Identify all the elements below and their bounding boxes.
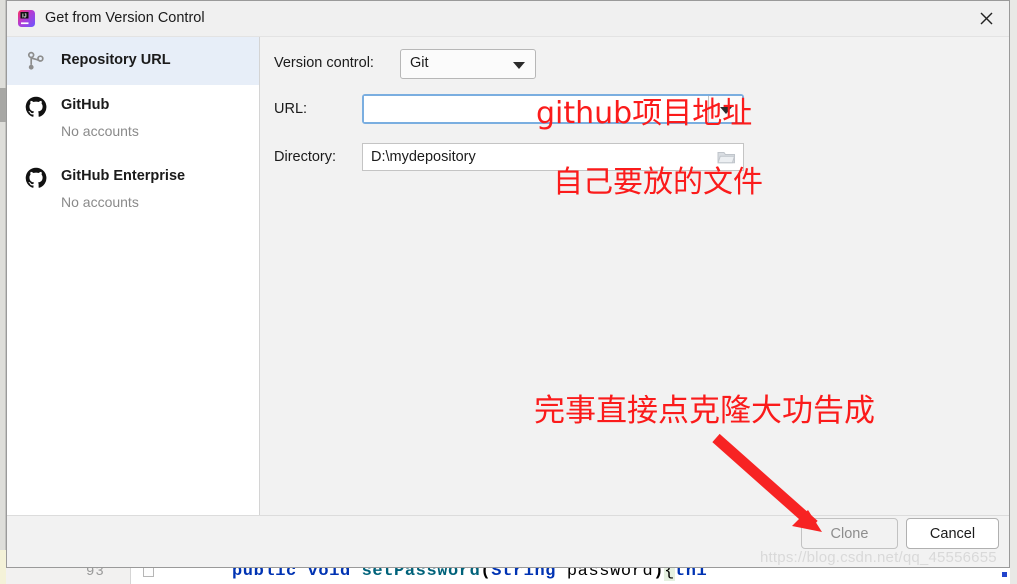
url-label: URL: — [274, 101, 308, 117]
dialog-titlebar: IJ Get from Version Control — [7, 1, 1009, 37]
branch-icon — [25, 50, 47, 72]
directory-input[interactable]: D:\mydepository — [362, 143, 744, 171]
github-icon — [25, 167, 47, 189]
editor-marker-blue — [1002, 572, 1007, 577]
github-icon — [25, 96, 47, 118]
chevron-down-icon — [513, 62, 525, 69]
svg-text:IJ: IJ — [22, 13, 27, 19]
cancel-button[interactable]: Cancel — [906, 518, 999, 549]
folder-icon[interactable] — [709, 144, 743, 170]
editor-right-scrollbar[interactable] — [1010, 0, 1017, 584]
clone-button[interactable]: Clone — [801, 518, 898, 549]
sidebar-item-sub-github: No accounts — [61, 123, 139, 139]
version-control-value: Git — [410, 55, 429, 71]
url-input-text[interactable] — [364, 96, 708, 122]
sidebar-item-sub-github-enterprise: No accounts — [61, 194, 139, 210]
get-from-version-control-dialog: IJ Get from Version Control Repository U… — [6, 0, 1010, 568]
directory-label: Directory: — [274, 149, 337, 165]
version-control-label: Version control: — [274, 55, 374, 71]
dialog-title: Get from Version Control — [45, 10, 205, 26]
url-input[interactable] — [362, 94, 744, 124]
sidebar-item-label-github-enterprise: GitHub Enterprise — [61, 168, 186, 184]
intellij-idea-icon: IJ — [17, 9, 36, 28]
url-dropdown-button[interactable] — [708, 96, 742, 122]
sidebar-item-label-github: GitHub — [61, 97, 110, 113]
dialog-form-panel: Version control: Git URL: Directory: D:\… — [260, 37, 1009, 515]
sidebar-item-label-repository-url: Repository URL — [61, 52, 171, 68]
close-icon[interactable] — [963, 1, 1009, 36]
dialog-sidebar: Repository URL GitHub No accounts GitHub — [7, 37, 260, 515]
sidebar-item-github-enterprise[interactable]: GitHub Enterprise No accounts — [7, 158, 259, 218]
screenshot-root: 93 public void setPassword(String passwo… — [0, 0, 1017, 584]
sidebar-item-repository-url[interactable]: Repository URL — [7, 37, 259, 85]
directory-input-value: D:\mydepository — [371, 149, 476, 165]
version-control-select[interactable]: Git — [400, 49, 536, 79]
chevron-down-icon — [720, 107, 732, 114]
sidebar-item-github[interactable]: GitHub No accounts — [7, 87, 259, 147]
